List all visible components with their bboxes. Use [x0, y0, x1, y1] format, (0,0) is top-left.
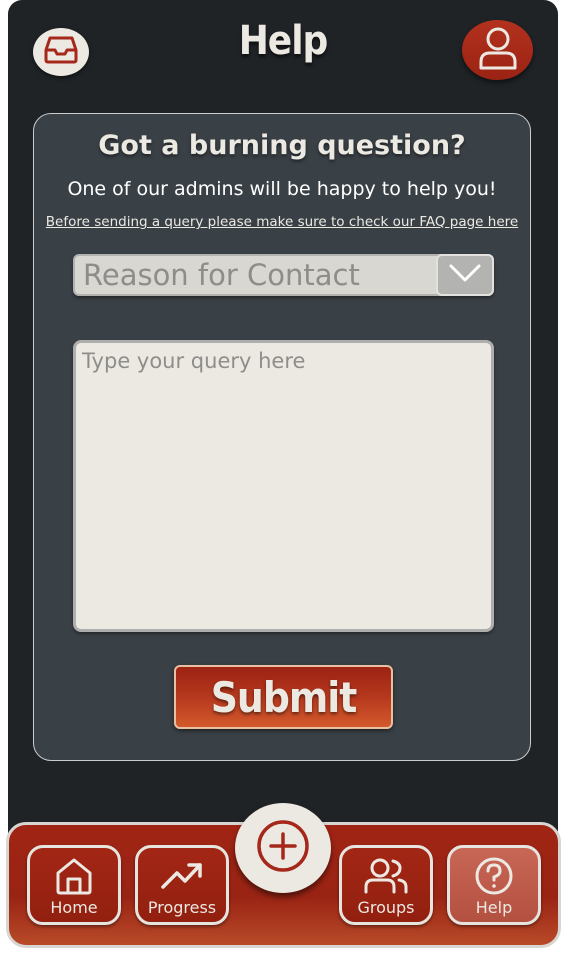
- plus-circle-icon: [255, 818, 311, 878]
- trending-up-icon: [138, 857, 226, 893]
- users-icon: [342, 857, 430, 895]
- reason-select-placeholder: Reason for Contact: [83, 258, 360, 292]
- query-textarea[interactable]: Type your query here: [73, 340, 494, 632]
- submit-label: Submit: [210, 672, 358, 722]
- card-heading: Got a burning question?: [98, 130, 466, 161]
- user-icon: [478, 26, 518, 74]
- profile-button[interactable]: [462, 20, 533, 80]
- query-placeholder: Type your query here: [82, 349, 306, 373]
- chevron-down-icon: [448, 263, 482, 287]
- reason-for-contact-select[interactable]: Reason for Contact: [73, 254, 494, 296]
- nav-item-groups[interactable]: Groups: [339, 845, 433, 925]
- help-circle-icon: [450, 857, 538, 895]
- home-icon: [30, 857, 118, 895]
- nav-item-home[interactable]: Home: [27, 845, 121, 925]
- nav-label-help: Help: [475, 898, 513, 917]
- nav-label-progress: Progress: [147, 898, 217, 917]
- faq-link[interactable]: Before sending a query please make sure …: [34, 214, 530, 230]
- dropdown-toggle[interactable]: [436, 254, 494, 296]
- nav-item-help[interactable]: Help: [447, 845, 541, 925]
- nav-item-progress[interactable]: Progress: [135, 845, 229, 925]
- nav-label-groups: Groups: [357, 898, 415, 917]
- help-card: Got a burning question? One of our admin…: [33, 113, 531, 761]
- card-subheading: One of our admins will be happy to help …: [67, 178, 497, 200]
- add-button[interactable]: [235, 803, 331, 893]
- nav-label-home: Home: [50, 898, 98, 917]
- submit-button[interactable]: Submit: [174, 665, 393, 729]
